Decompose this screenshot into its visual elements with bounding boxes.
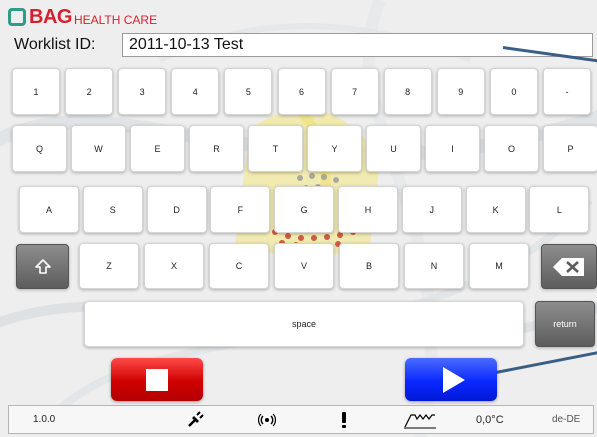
- key[interactable]: X: [144, 243, 204, 289]
- key[interactable]: V: [274, 243, 334, 289]
- key[interactable]: U: [366, 125, 421, 172]
- key[interactable]: Y: [307, 125, 362, 172]
- shift-key[interactable]: [16, 244, 69, 289]
- key[interactable]: P: [543, 125, 597, 172]
- key[interactable]: D: [146, 186, 207, 233]
- key[interactable]: 8: [383, 68, 432, 115]
- logo-mark-icon: [8, 8, 26, 26]
- stop-button[interactable]: [111, 358, 203, 401]
- key[interactable]: 7: [330, 68, 379, 115]
- key[interactable]: E: [130, 125, 185, 172]
- key[interactable]: H: [338, 186, 398, 233]
- worklist-id-label: Worklist ID:: [14, 36, 96, 53]
- key[interactable]: 6: [277, 68, 326, 115]
- key[interactable]: R: [189, 125, 244, 172]
- space-key[interactable]: space: [84, 301, 524, 347]
- key[interactable]: 5: [224, 68, 273, 115]
- worklist-id-input[interactable]: [122, 33, 593, 57]
- key[interactable]: F: [210, 186, 271, 233]
- key[interactable]: -: [543, 68, 591, 115]
- temperature-readout: 0,0°C: [476, 413, 504, 426]
- key[interactable]: T: [248, 125, 303, 172]
- plug-icon: [188, 411, 204, 427]
- heating-profile-icon: [404, 414, 436, 429]
- key[interactable]: O: [484, 125, 539, 172]
- key[interactable]: Q: [12, 125, 67, 172]
- key[interactable]: B: [339, 243, 399, 289]
- shift-arrow-icon: [34, 258, 51, 274]
- key[interactable]: L: [529, 186, 590, 233]
- play-icon: [443, 366, 465, 393]
- key[interactable]: W: [71, 125, 126, 172]
- logo-wordmark: BAG: [29, 5, 72, 28]
- radio-signal-icon: [258, 413, 276, 427]
- key[interactable]: N: [404, 243, 464, 289]
- key[interactable]: G: [274, 186, 335, 233]
- key[interactable]: 3: [118, 68, 167, 115]
- key[interactable]: K: [465, 186, 526, 233]
- key[interactable]: 1: [12, 68, 60, 115]
- key[interactable]: S: [82, 186, 143, 233]
- key[interactable]: 2: [65, 68, 114, 115]
- return-key[interactable]: return: [535, 301, 595, 347]
- brand-logo: BAG HEALTH CARE: [8, 6, 157, 28]
- start-button[interactable]: [405, 358, 497, 401]
- status-bar: 1.0.0 0,0°C de-DE: [8, 405, 594, 434]
- warning-exclamation-icon: [342, 412, 346, 428]
- key[interactable]: A: [19, 186, 79, 233]
- backspace-icon: [553, 257, 584, 276]
- key[interactable]: Z: [79, 243, 139, 289]
- key[interactable]: 9: [436, 68, 485, 115]
- backspace-key[interactable]: [541, 244, 597, 289]
- key[interactable]: C: [209, 243, 269, 289]
- key[interactable]: I: [425, 125, 480, 172]
- key[interactable]: M: [469, 243, 529, 289]
- key[interactable]: 0: [489, 68, 538, 115]
- version-label: 1.0.0: [33, 414, 56, 425]
- key[interactable]: 4: [171, 68, 220, 115]
- logo-subtitle: HEALTH CARE: [73, 12, 158, 27]
- stop-square-icon: [146, 368, 168, 391]
- locale-label: de-DE: [552, 414, 581, 425]
- key[interactable]: J: [401, 186, 462, 233]
